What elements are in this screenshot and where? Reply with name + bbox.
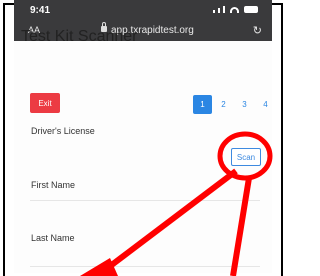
annotation-arrow-left: [95, 168, 238, 276]
annotation-arrow-right: [230, 177, 252, 276]
annotation-overlay: [80, 131, 273, 276]
highlight-circle: [217, 131, 273, 181]
